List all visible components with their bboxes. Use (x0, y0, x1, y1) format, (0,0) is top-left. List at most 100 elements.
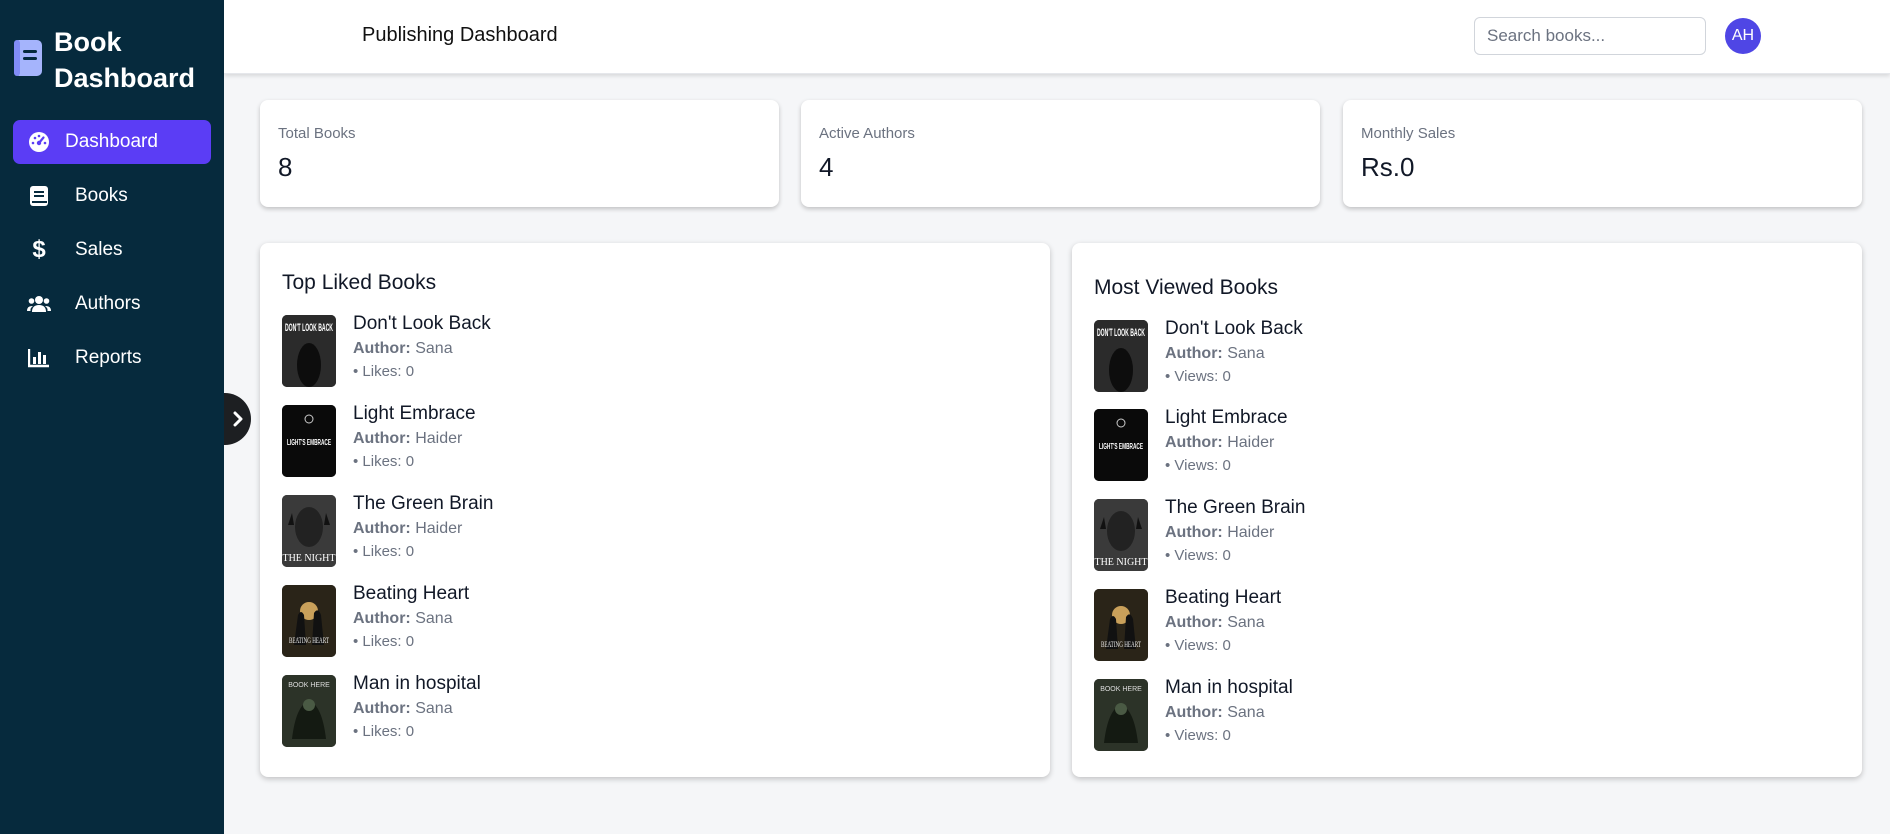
panel-title: Most Viewed Books (1094, 276, 1279, 299)
book-title: Light Embrace (353, 403, 476, 424)
cover-text: LIGHT'S EMBRACE (287, 438, 331, 447)
cover-text: THE NIGHT (282, 553, 335, 564)
stat-card-total-books: Total Books 8 (260, 100, 779, 207)
author-label: Author: (353, 340, 411, 357)
book-author: Author: Sana (353, 700, 453, 718)
book-views: • Views: 0 (1165, 637, 1231, 654)
book-author: Author: Haider (1165, 434, 1274, 452)
stat-card-monthly-sales: Monthly Sales Rs.0 (1343, 100, 1862, 207)
book-author: Author: Haider (353, 430, 462, 448)
book-cover-dont-look-back: DON'T LOOK BACK (1094, 320, 1148, 392)
author-name: Haider (1227, 524, 1275, 541)
book-author: Author: Sana (1165, 614, 1265, 632)
book-cover-beating-heart: BEATING HEART (1094, 589, 1148, 661)
author-name: Haider (415, 520, 463, 537)
book-cover-man-in-hospital: BOOK HERE (1094, 679, 1148, 751)
author-name: Sana (1227, 704, 1265, 721)
book-title: Man in hospital (1165, 677, 1293, 698)
chevron-right-icon (233, 411, 242, 427)
sidebar-item-label: Sales (75, 239, 123, 260)
book-likes: • Likes: 0 (353, 453, 415, 470)
book-cover-the-green-brain: THE NIGHT (1094, 499, 1148, 571)
stat-card-active-authors: Active Authors 4 (801, 100, 1320, 207)
author-label: Author: (1165, 614, 1223, 631)
cover-text: THE NIGHT (1094, 557, 1147, 568)
book-cover-light-embrace: LIGHT'S EMBRACE (282, 405, 336, 477)
author-label: Author: (353, 430, 411, 447)
book-title: Light Embrace (1165, 407, 1288, 428)
sidebar-item-reports[interactable]: Reports (13, 336, 211, 380)
cover-text: DON'T LOOK BACK (1097, 327, 1145, 339)
cover-text: BOOK HERE (1100, 686, 1142, 693)
author-name: Sana (1227, 345, 1265, 362)
book-author: Author: Sana (1165, 704, 1265, 722)
top-header: Publishing Dashboard AH (224, 0, 1890, 74)
users-icon (27, 292, 51, 316)
sidebar-item-label: Authors (75, 293, 141, 314)
author-label: Author: (1165, 704, 1223, 721)
book-views: • Views: 0 (1165, 457, 1231, 474)
book-views: • Views: 0 (1165, 727, 1231, 744)
cover-text: BEATING HEART (289, 636, 329, 645)
book-title: Don't Look Back (353, 313, 491, 334)
author-name: Sana (415, 610, 453, 627)
most-viewed-panel: Most Viewed Books DON'T LOOK BACK Don't … (1072, 243, 1862, 777)
stat-value: Rs.0 (1361, 152, 1415, 182)
book-title: The Green Brain (353, 493, 494, 514)
stat-label: Active Authors (819, 125, 915, 142)
book-title: Beating Heart (353, 583, 470, 604)
sidebar-item-authors[interactable]: Authors (13, 282, 211, 326)
book-author: Author: Sana (353, 340, 453, 358)
book-likes: • Likes: 0 (353, 363, 415, 380)
cover-text: BOOK HERE (288, 682, 330, 689)
sidebar: Book Dashboard Dashboard Books $ Sales A… (0, 0, 224, 834)
brand-title: Book Dashboard (54, 27, 196, 93)
author-label: Author: (1165, 345, 1223, 362)
book-author: Author: Sana (1165, 345, 1265, 363)
book-author: Author: Haider (1165, 524, 1274, 542)
author-name: Haider (1227, 434, 1275, 451)
page-title: Publishing Dashboard (362, 24, 558, 46)
author-name: Haider (415, 430, 463, 447)
author-label: Author: (1165, 434, 1223, 451)
author-name: Sana (1227, 614, 1265, 631)
author-label: Author: (353, 520, 411, 537)
book-title: Man in hospital (353, 673, 481, 694)
stat-label: Monthly Sales (1361, 125, 1456, 142)
book-cover-dont-look-back: DON'T LOOK BACK (282, 315, 336, 387)
gauge-icon (27, 130, 51, 154)
brand: Book Dashboard (0, 0, 224, 120)
author-name: Sana (415, 700, 453, 717)
book-title: Beating Heart (1165, 587, 1282, 608)
book-views: • Views: 0 (1165, 547, 1231, 564)
book-cover-the-green-brain: THE NIGHT (282, 495, 336, 567)
book-title: The Green Brain (1165, 497, 1306, 518)
book-cover-light-embrace: LIGHT'S EMBRACE (1094, 409, 1148, 481)
cover-text: LIGHT'S EMBRACE (1099, 442, 1143, 451)
book-cover-man-in-hospital: BOOK HERE (282, 675, 336, 747)
chart-bar-icon (27, 346, 51, 370)
stat-value: 8 (278, 152, 293, 182)
panel-title: Top Liked Books (282, 271, 437, 294)
book-likes: • Likes: 0 (353, 633, 415, 650)
book-likes: • Likes: 0 (353, 723, 415, 740)
dollar-icon: $ (32, 236, 46, 263)
book-title: Don't Look Back (1165, 318, 1303, 339)
stat-label: Total Books (278, 125, 356, 142)
sidebar-item-dashboard[interactable]: Dashboard (13, 120, 211, 164)
author-name: Sana (415, 340, 453, 357)
book-cover-beating-heart: BEATING HEART (282, 585, 336, 657)
author-label: Author: (353, 610, 411, 627)
avatar[interactable]: AH (1725, 18, 1761, 54)
cover-text: BEATING HEART (1101, 640, 1141, 649)
author-label: Author: (1165, 524, 1223, 541)
book-likes: • Likes: 0 (353, 543, 415, 560)
search-input[interactable] (1474, 17, 1706, 55)
sidebar-nav: Dashboard Books $ Sales Authors Reports (0, 120, 224, 380)
book-icon (27, 184, 51, 208)
sidebar-toggle-button[interactable] (224, 393, 251, 445)
sidebar-item-label: Reports (75, 347, 142, 368)
sidebar-item-sales[interactable]: $ Sales (13, 228, 211, 272)
sidebar-item-books[interactable]: Books (13, 174, 211, 218)
sidebar-item-label: Books (75, 185, 128, 206)
